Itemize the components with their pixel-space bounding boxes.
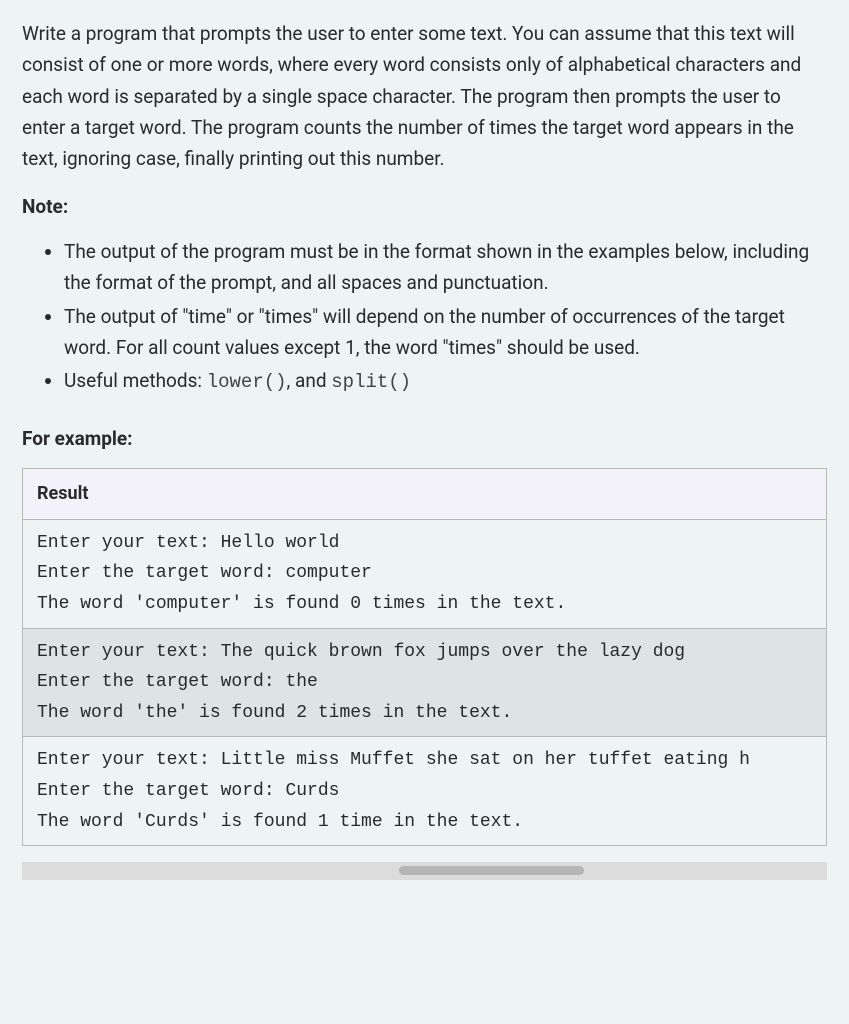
note-text: , and bbox=[287, 369, 332, 392]
note-heading: Note: bbox=[22, 191, 827, 222]
table-cell: Enter your text: Little miss Muffet she … bbox=[23, 737, 827, 846]
table-cell: Enter your text: The quick brown fox jum… bbox=[23, 628, 827, 737]
table-row: Enter your text: Hello world Enter the t… bbox=[23, 519, 827, 628]
example-heading: For example: bbox=[22, 423, 827, 454]
table-header: Result bbox=[23, 469, 827, 520]
note-item: Useful methods: lower(), and split() bbox=[64, 365, 827, 398]
table-cell: Enter your text: Hello world Enter the t… bbox=[23, 519, 827, 628]
example-table: Result Enter your text: Hello world Ente… bbox=[22, 468, 827, 846]
problem-description: Write a program that prompts the user to… bbox=[22, 18, 827, 175]
scrollbar-thumb[interactable] bbox=[399, 866, 584, 875]
table-row: Enter your text: The quick brown fox jum… bbox=[23, 628, 827, 737]
note-item: The output of the program must be in the… bbox=[64, 236, 827, 299]
note-text: Useful methods: bbox=[64, 369, 207, 392]
horizontal-scrollbar[interactable] bbox=[22, 862, 827, 880]
notes-list: The output of the program must be in the… bbox=[22, 236, 827, 399]
code-method: split() bbox=[331, 371, 411, 393]
table-row: Enter your text: Little miss Muffet she … bbox=[23, 737, 827, 846]
note-item: The output of "time" or "times" will dep… bbox=[64, 301, 827, 364]
code-method: lower() bbox=[207, 371, 287, 393]
